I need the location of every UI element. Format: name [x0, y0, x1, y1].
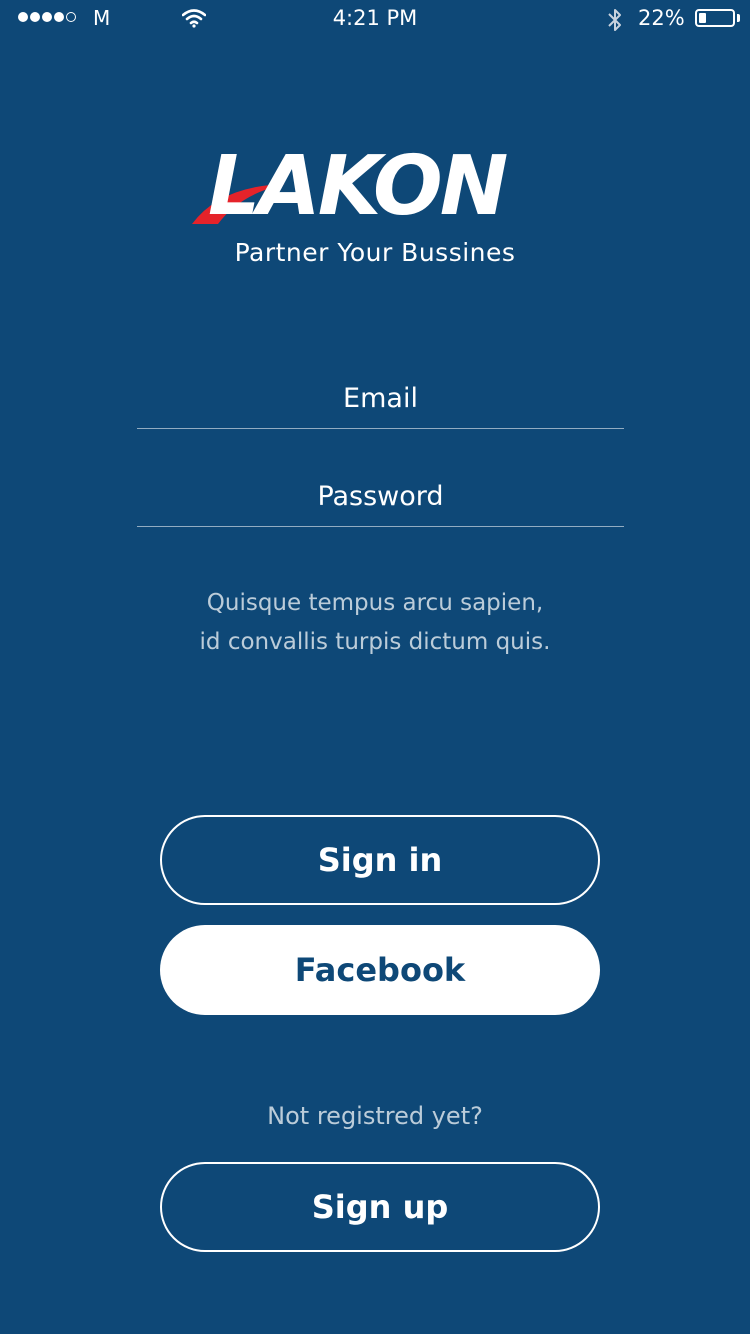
facebook-button[interactable]: Facebook	[160, 925, 600, 1015]
battery-level-fill	[699, 13, 706, 23]
brand-logo: LAKON	[190, 142, 560, 238]
helper-text-line-2: id convallis turpis dictum quis.	[199, 629, 551, 655]
status-bar: M 4:21 PM 22%	[0, 0, 750, 40]
email-input[interactable]	[137, 368, 624, 428]
password-field[interactable]	[137, 466, 624, 527]
password-input[interactable]	[137, 466, 624, 526]
battery-percent: 22%	[638, 6, 685, 30]
helper-text-line-1: Quisque tempus arcu sapien,	[206, 590, 544, 616]
battery-icon	[695, 9, 735, 27]
brand-name: LAKON	[208, 139, 508, 234]
battery-tip	[737, 14, 740, 22]
sign-up-button[interactable]: Sign up	[160, 1162, 600, 1252]
sign-in-button[interactable]: Sign in	[160, 815, 600, 905]
not-registered-text: Not registred yet?	[267, 1102, 483, 1130]
bluetooth-icon	[606, 6, 624, 38]
helper-text: Quisque tempus arcu sapien, id convallis…	[0, 584, 750, 662]
brand-tagline: Partner Your Bussines	[234, 238, 516, 267]
email-field[interactable]	[137, 368, 624, 429]
